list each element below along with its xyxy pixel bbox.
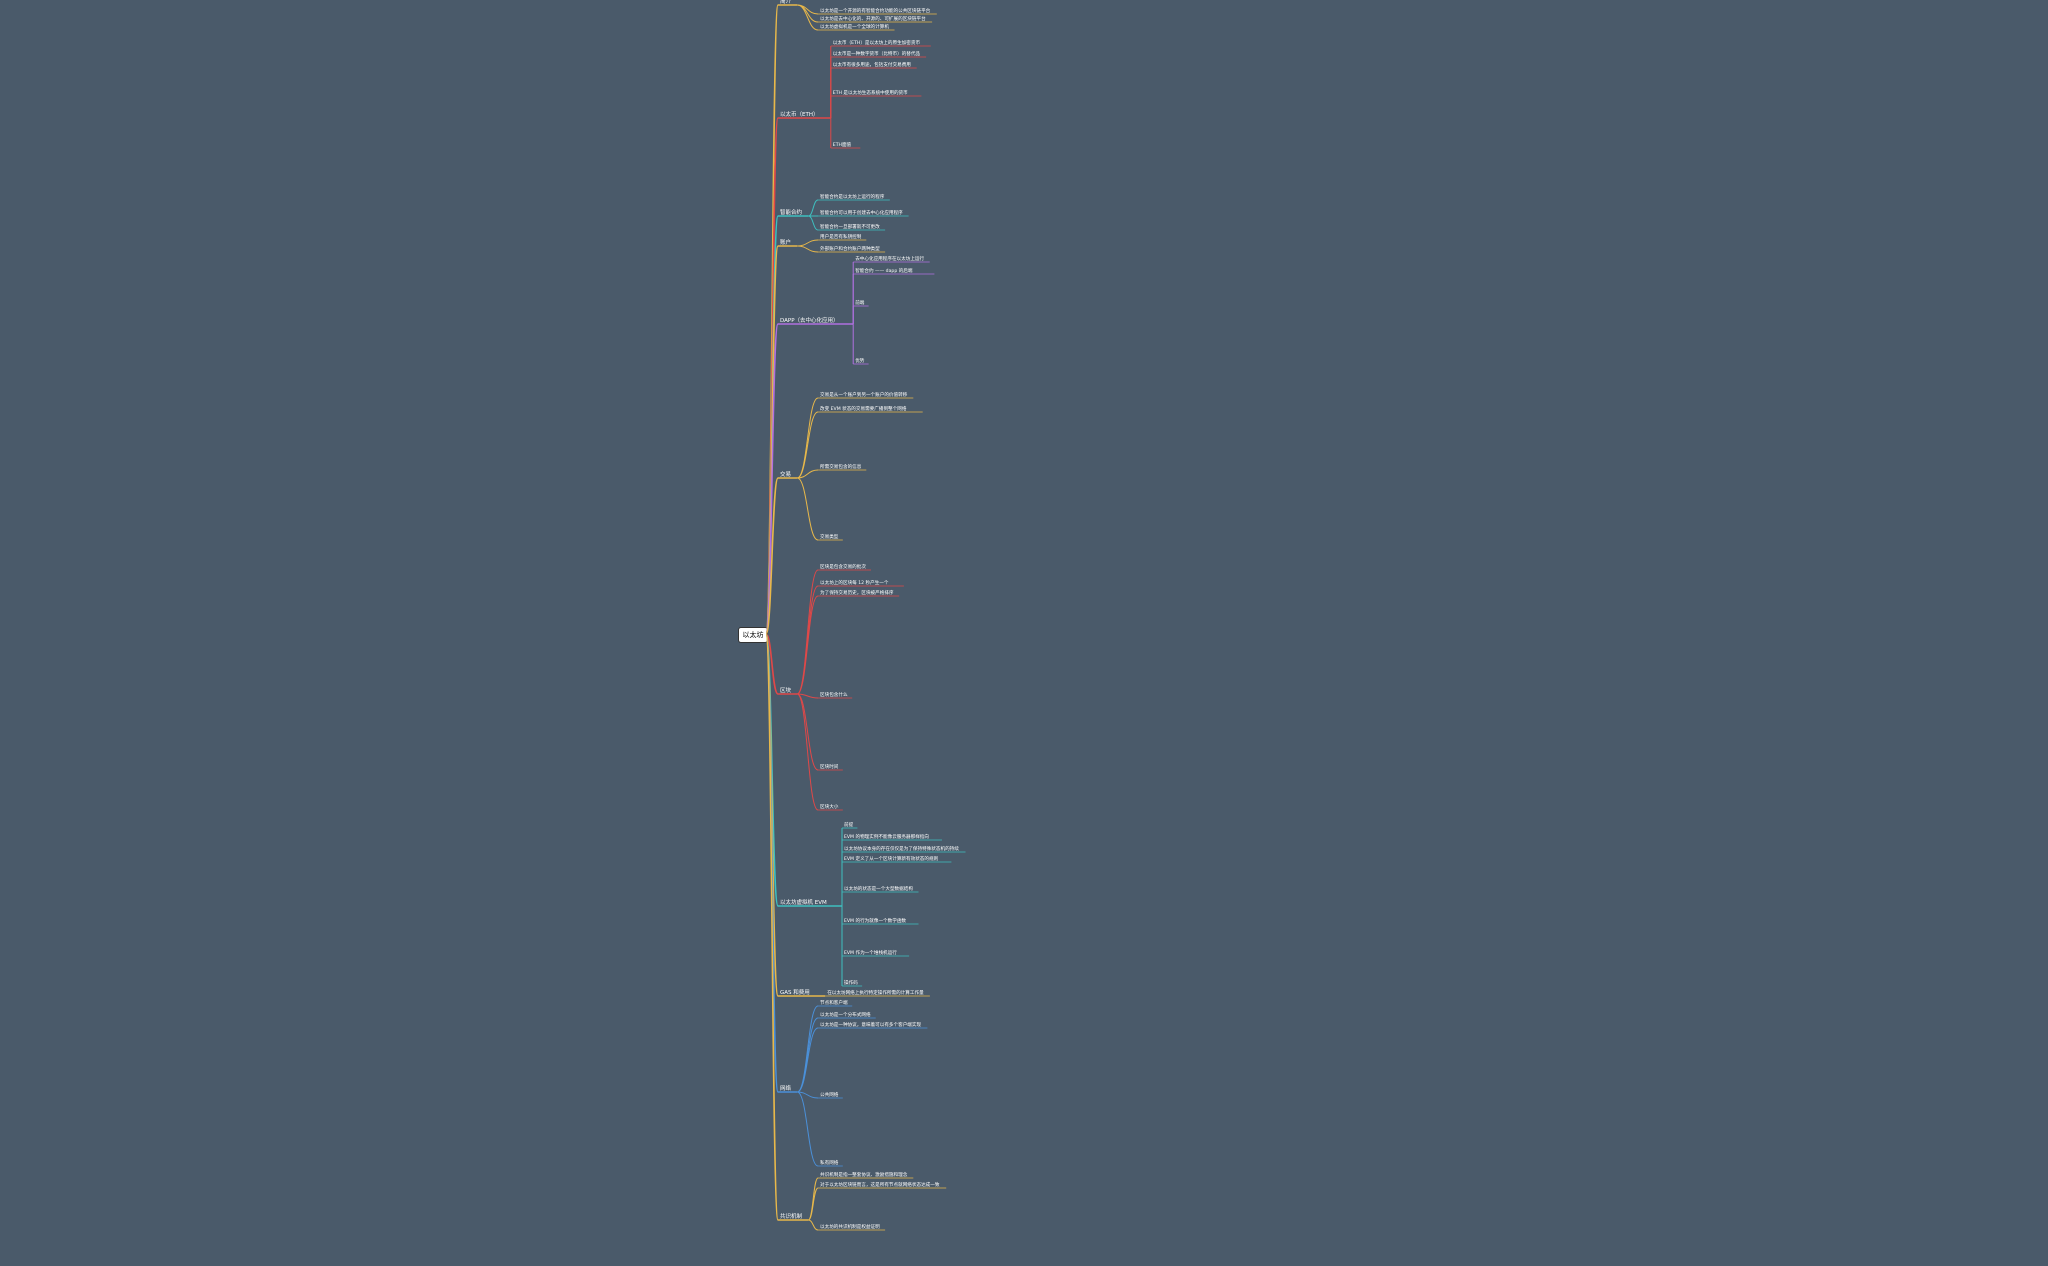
branch-node-4[interactable]: DAPP（去中心化应用） bbox=[780, 316, 839, 324]
child-node-7-2[interactable]: 以太坊协议本身的存在仅仅是为了保持特殊状态机的持续 bbox=[844, 845, 959, 852]
mind-map-connector bbox=[796, 1005, 819, 1093]
mind-map-connector bbox=[796, 1027, 819, 1093]
child-node-10-1[interactable]: 对于以太坊区块链而言，这是所有节点就网络状态达成一致 bbox=[820, 1181, 940, 1188]
mind-map-connector bbox=[796, 595, 819, 695]
child-node-10-0[interactable]: 共识机制是指一整套协议、激励措施和理念 bbox=[820, 1171, 908, 1178]
child-node-7-5[interactable]: EVM 的行为就像一个数学函数 bbox=[844, 917, 906, 924]
child-node-10-2[interactable]: 以太坊的共识机制是权益证明 bbox=[820, 1223, 880, 1230]
child-node-7-4[interactable]: 以太坊的状态是一个大型数据结构 bbox=[844, 885, 913, 892]
child-node-2-1[interactable]: 智能合约可以用于创建去中心化应用程序 bbox=[820, 209, 903, 216]
child-node-3-0[interactable]: 用户是否有私钥控制 bbox=[820, 233, 862, 240]
child-node-4-2[interactable]: 前端 bbox=[855, 299, 865, 306]
child-node-1-0[interactable]: 以太币（ETH）是以太坊上的原生加密货币 bbox=[833, 39, 921, 46]
child-node-7-3[interactable]: EVM 定义了从一个区块计算新有效状态的规则 bbox=[844, 855, 939, 862]
child-node-6-1[interactable]: 以太坊上的区块每 12 秒产生一个 bbox=[820, 579, 889, 586]
mind-map-labels: 简介以太坊是一个开源的有智能合约功能的公共区块链平台以太坊是去中心化的、开源的、… bbox=[780, 0, 959, 1230]
branch-node-10[interactable]: 共识机制 bbox=[780, 1212, 803, 1220]
mind-map-connector bbox=[797, 245, 819, 253]
child-node-1-1[interactable]: 以太币是一种数字货币（比特币）的替代品 bbox=[833, 50, 921, 57]
child-node-5-1[interactable]: 改变 EVM 状态的交易需要广播到整个网络 bbox=[820, 405, 907, 412]
mind-map-connector bbox=[808, 1219, 819, 1231]
mind-map-connector bbox=[765, 633, 779, 1221]
mind-map-connector bbox=[807, 1177, 819, 1221]
child-node-0-2[interactable]: 以太坊虚拟机是一个全球的计算机 bbox=[820, 23, 889, 30]
branch-node-8[interactable]: GAS 和费用 bbox=[780, 988, 810, 996]
mind-map-canvas: 简介以太坊是一个开源的有智能合约功能的公共区块链平台以太坊是去中心化的、开源的、… bbox=[765, 0, 966, 1231]
child-node-9-0[interactable]: 节点和客户端 bbox=[820, 999, 848, 1006]
branch-node-5[interactable]: 交易 bbox=[780, 470, 791, 478]
child-node-7-0[interactable]: 前提 bbox=[844, 821, 854, 828]
child-node-1-3[interactable]: ETH 是以太坊生态系统中使用的货币 bbox=[833, 89, 908, 96]
mind-map-connector bbox=[807, 1187, 819, 1221]
child-node-2-0[interactable]: 智能合约是以太坊上运行的程序 bbox=[820, 193, 885, 200]
branch-node-2[interactable]: 智能合约 bbox=[780, 208, 803, 216]
mind-map-connector bbox=[796, 585, 819, 695]
child-node-9-2[interactable]: 以太坊是一种协议，意味着可以有多个客户端实现 bbox=[820, 1021, 921, 1028]
child-node-6-4[interactable]: 区块时间 bbox=[820, 763, 839, 770]
mind-map-connector bbox=[796, 693, 819, 771]
child-node-4-3[interactable]: 优势 bbox=[855, 357, 865, 364]
child-node-7-7[interactable]: 操作码 bbox=[844, 979, 858, 986]
mind-map-connector bbox=[796, 1091, 819, 1167]
mind-map-edges bbox=[765, 4, 966, 1231]
mind-map-connector bbox=[797, 4, 819, 31]
child-node-6-0[interactable]: 区块是包含交易的批次 bbox=[820, 563, 866, 570]
child-node-0-1[interactable]: 以太坊是去中心化的、开源的、可扩展的区块链平台 bbox=[820, 15, 926, 22]
branch-node-0[interactable]: 简介 bbox=[780, 0, 792, 5]
mind-map-connector bbox=[797, 469, 819, 479]
branch-node-3[interactable]: 账户 bbox=[780, 238, 791, 246]
child-node-9-4[interactable]: 私有网络 bbox=[820, 1159, 839, 1166]
mind-map-connector bbox=[797, 239, 819, 247]
child-node-6-5[interactable]: 区块大小 bbox=[820, 803, 839, 810]
mind-map-connector bbox=[796, 693, 819, 811]
child-node-3-1[interactable]: 外部账户和合约账户两种类型 bbox=[820, 245, 880, 252]
branch-node-9[interactable]: 网络 bbox=[780, 1084, 792, 1092]
child-node-5-2[interactable]: 所需交易包含的信息 bbox=[820, 463, 862, 470]
mind-map-connector bbox=[796, 569, 819, 695]
child-node-2-2[interactable]: 智能合约一旦部署就不可更改 bbox=[820, 223, 880, 230]
mind-map-connector bbox=[796, 1017, 819, 1093]
mind-map-connector bbox=[796, 477, 819, 541]
child-node-5-3[interactable]: 交易类型 bbox=[820, 533, 839, 540]
child-node-7-1[interactable]: EVM 的物理实例不能像云服务器那样指向 bbox=[844, 833, 929, 840]
child-node-9-1[interactable]: 以太坊是一个分布式网络 bbox=[820, 1011, 871, 1018]
child-node-8-0[interactable]: 在以太坊网络上执行特定操作所需的计算工作量 bbox=[827, 989, 924, 996]
branch-node-6[interactable]: 区块 bbox=[780, 686, 792, 694]
mind-map-connector bbox=[796, 397, 819, 479]
mind-map-connector bbox=[808, 215, 819, 231]
child-node-5-0[interactable]: 交易是从一个账户到另一个账户的价值转移 bbox=[820, 391, 908, 398]
child-node-6-2[interactable]: 为了保持交易历史，区块被严格排序 bbox=[820, 589, 894, 596]
child-node-9-3[interactable]: 公共网络 bbox=[820, 1091, 839, 1098]
child-node-4-0[interactable]: 去中心化应用程序在以太坊上运行 bbox=[855, 255, 924, 262]
mind-map-connector bbox=[808, 199, 819, 217]
branch-node-1[interactable]: 以太币（ETH） bbox=[780, 110, 818, 118]
child-node-4-1[interactable]: 智能合约 —— dapp 的后端 bbox=[855, 267, 913, 274]
branch-node-7[interactable]: 以太坊虚拟机 EVM bbox=[780, 898, 827, 906]
child-node-1-2[interactable]: 以太币有很多用途，包括支付交易费用 bbox=[833, 61, 912, 68]
child-node-0-0[interactable]: 以太坊是一个开源的有智能合约功能的公共区块链平台 bbox=[820, 7, 931, 14]
child-node-7-6[interactable]: EVM 作为一个堆栈机运行 bbox=[844, 949, 897, 956]
mind-map-connector bbox=[796, 411, 819, 479]
child-node-6-3[interactable]: 区块包含什么 bbox=[820, 691, 848, 698]
child-node-1-4[interactable]: ETH面值 bbox=[833, 141, 852, 148]
